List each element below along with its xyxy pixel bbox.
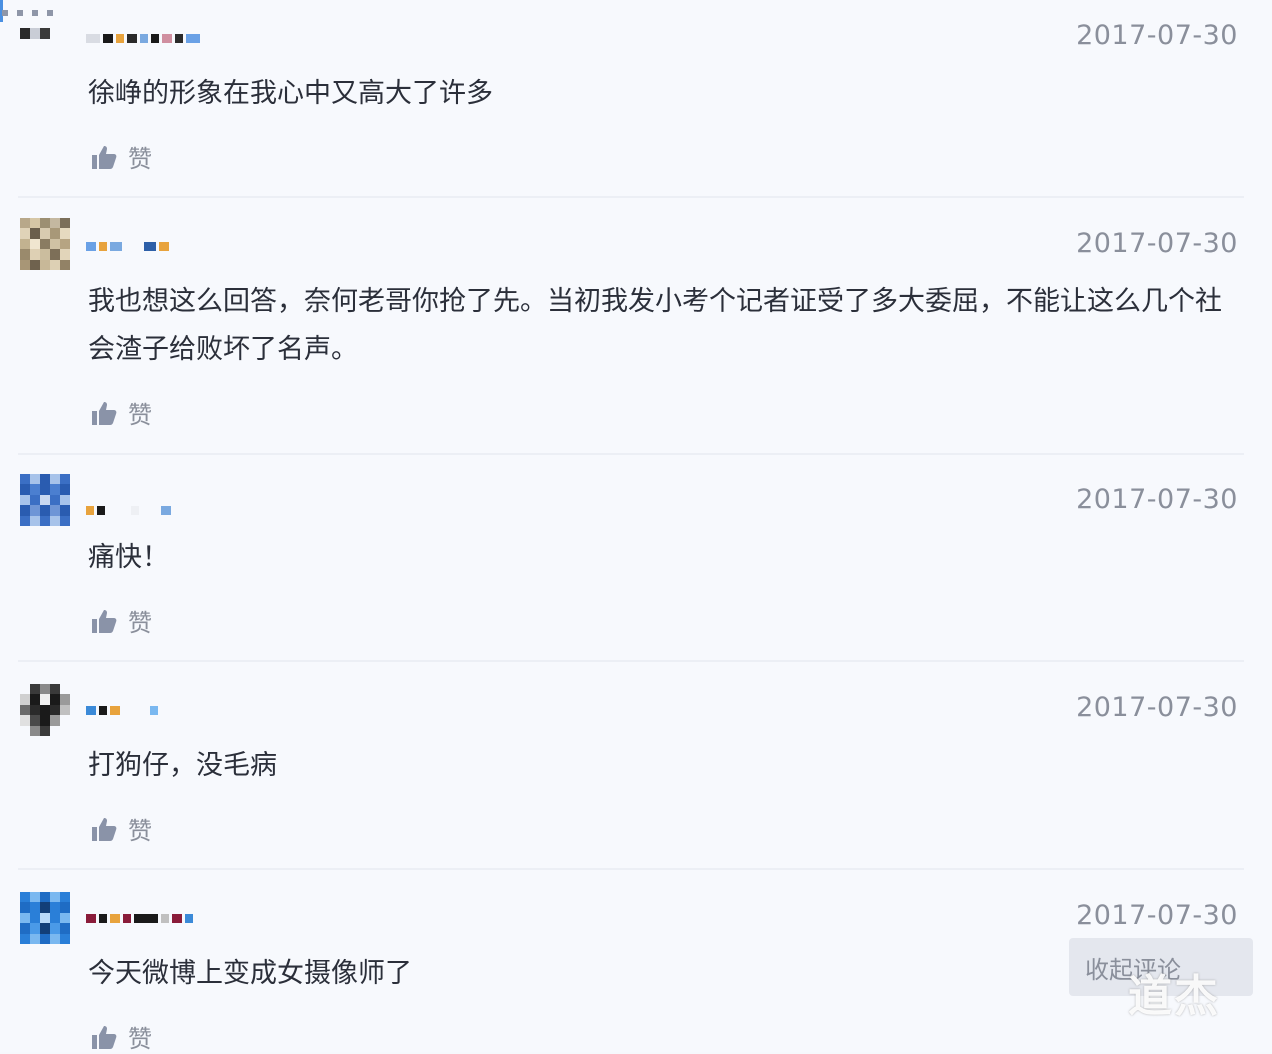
comment-date: 2017-07-30 <box>1076 900 1238 931</box>
avatar[interactable] <box>20 474 70 526</box>
comment-date: 2017-07-30 <box>1076 228 1238 259</box>
like-button[interactable]: 赞 <box>90 603 152 638</box>
comment-text: 我也想这么回答，奈何老哥你抢了先。当初我发小考个记者证受了多大委屈，不能让这么几… <box>88 286 1222 365</box>
comment-text: 打狗仔，没毛病 <box>88 750 277 781</box>
avatar[interactable] <box>20 218 70 270</box>
avatar[interactable] <box>20 892 70 944</box>
divider <box>18 196 1244 198</box>
username-blurred[interactable] <box>86 28 200 48</box>
more-dots-icon <box>2 10 53 16</box>
like-label: 赞 <box>128 817 152 845</box>
username-blurred[interactable] <box>86 700 158 720</box>
thumbs-up-icon <box>92 1025 117 1049</box>
like-button[interactable]: 赞 <box>90 1019 152 1054</box>
divider <box>18 453 1244 455</box>
comment-text: 徐峥的形象在我心中又高大了许多 <box>88 78 493 109</box>
like-label: 赞 <box>128 145 152 173</box>
comment-date: 2017-07-30 <box>1076 692 1238 723</box>
comment-date: 2017-07-30 <box>1076 20 1238 51</box>
thumbs-up-icon <box>92 817 117 841</box>
like-label: 赞 <box>128 1025 152 1053</box>
like-button[interactable]: 赞 <box>90 395 152 430</box>
like-label: 赞 <box>128 609 152 637</box>
thumbs-up-icon <box>92 145 117 169</box>
thumbs-up-icon <box>92 609 117 633</box>
comment-text: 今天微博上变成女摄像师了 <box>88 958 412 989</box>
watermark: 道杰 <box>1128 971 1220 1022</box>
avatar[interactable] <box>20 18 70 70</box>
comment-date: 2017-07-30 <box>1076 484 1238 515</box>
thumbs-up-icon <box>92 401 117 425</box>
username-blurred[interactable] <box>86 500 171 520</box>
like-label: 赞 <box>128 401 152 429</box>
avatar[interactable] <box>20 684 70 736</box>
like-button[interactable]: 赞 <box>90 811 152 846</box>
comment-text: 痛快！ <box>88 542 169 573</box>
like-button[interactable]: 赞 <box>90 139 152 174</box>
divider <box>18 868 1244 870</box>
username-blurred[interactable] <box>86 236 169 256</box>
username-blurred[interactable] <box>86 908 193 928</box>
divider <box>18 660 1244 662</box>
comment-list: 2017-07-30 徐峥的形象在我心中又高大了许多 赞 2017-07-30 … <box>0 0 1272 1054</box>
